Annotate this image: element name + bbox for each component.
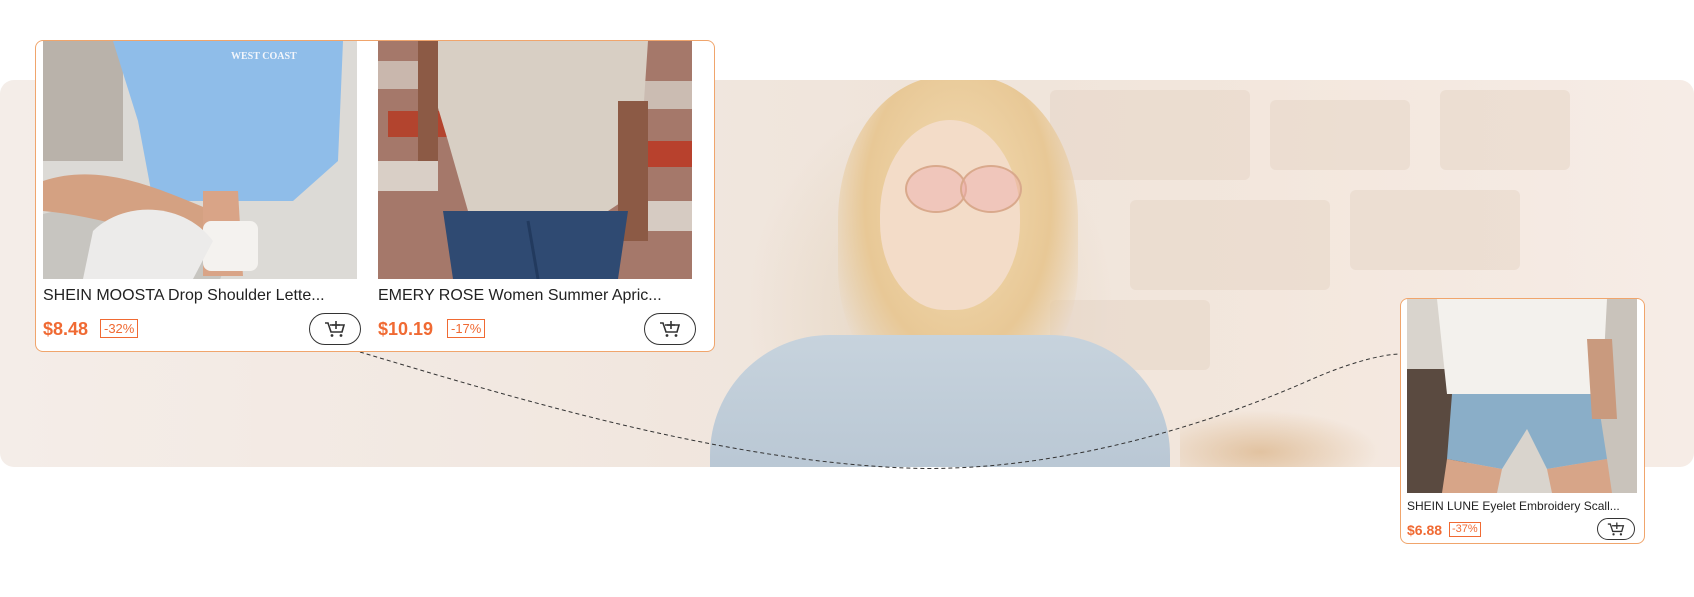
shirt-print: WEST COAST <box>231 51 297 62</box>
product-photo-graphic: WEST COAST <box>43 41 357 279</box>
product-card-group: WEST COAST SHEIN MOOSTA Drop Shoulder Le… <box>35 40 715 352</box>
add-to-cart-button[interactable] <box>1597 518 1635 540</box>
add-to-cart-icon <box>660 321 681 337</box>
sunglasses-graphic <box>960 165 1022 213</box>
product-photo-graphic <box>1407 299 1637 493</box>
denim-jacket-graphic <box>710 335 1170 467</box>
product-card: SHEIN LUNE Eyelet Embroidery Scall... $6… <box>1400 298 1645 544</box>
product-item[interactable]: SHEIN LUNE Eyelet Embroidery Scall... $6… <box>1407 299 1637 540</box>
product-image[interactable]: WEST COAST <box>43 41 357 279</box>
product-price: $8.48 <box>43 319 89 339</box>
add-to-cart-icon <box>325 321 346 337</box>
product-item[interactable]: EMERY ROSE Women Summer Apric... $10.19 … <box>378 41 696 345</box>
model-face <box>880 120 1020 310</box>
add-to-cart-icon <box>1607 522 1625 536</box>
product-title[interactable]: SHEIN LUNE Eyelet Embroidery Scall... <box>1407 499 1635 513</box>
product-image[interactable] <box>1407 299 1637 493</box>
product-photo-graphic <box>378 41 692 279</box>
add-to-cart-button[interactable] <box>644 313 696 345</box>
stone-texture <box>1440 90 1570 170</box>
product-item[interactable]: WEST COAST SHEIN MOOSTA Drop Shoulder Le… <box>43 41 361 345</box>
product-image[interactable] <box>378 41 692 279</box>
product-title[interactable]: EMERY ROSE Women Summer Apric... <box>378 287 692 305</box>
stone-texture <box>1050 90 1250 180</box>
discount-badge: -17% <box>447 319 486 338</box>
product-title[interactable]: SHEIN MOOSTA Drop Shoulder Lette... <box>43 287 357 305</box>
discount-badge: -32% <box>100 319 139 338</box>
add-to-cart-button[interactable] <box>309 313 361 345</box>
product-price: $10.19 <box>378 319 434 339</box>
discount-badge: -37% <box>1449 522 1481 537</box>
product-price: $6.88 <box>1407 522 1443 538</box>
stone-texture <box>1270 100 1410 170</box>
stone-texture <box>1350 190 1520 270</box>
sunglasses-graphic <box>905 165 967 213</box>
stone-texture <box>1130 200 1330 290</box>
leaves-graphic <box>1180 410 1380 467</box>
